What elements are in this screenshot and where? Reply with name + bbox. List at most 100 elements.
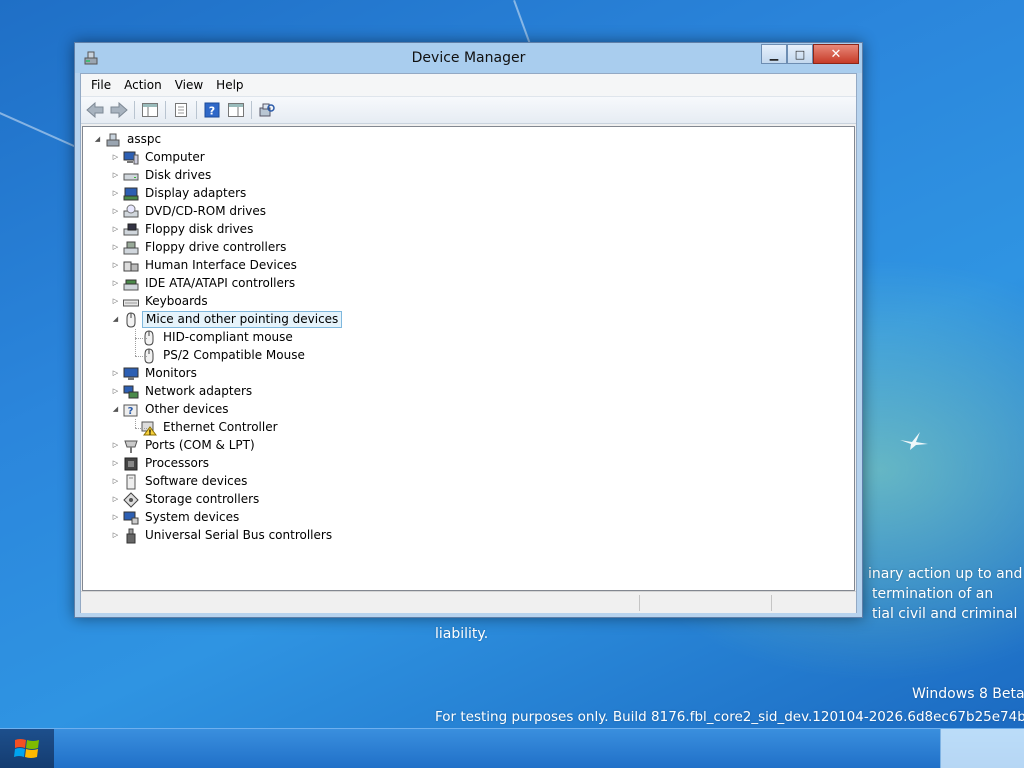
expand-arrow-icon[interactable]: ▷ — [111, 441, 120, 450]
expand-arrow-icon[interactable]: ▷ — [111, 369, 120, 378]
window-client-area: File Action View Help ? ◢ asspc ▷ Comput… — [80, 73, 857, 613]
toolbar-separator — [196, 101, 197, 119]
expand-arrow-icon[interactable]: ▷ — [111, 243, 120, 252]
tree-device-hid-compliant-mouse[interactable]: HID-compliant mouse — [83, 329, 854, 347]
toolbar-separator — [165, 101, 166, 119]
expand-arrow-icon[interactable]: ▷ — [111, 387, 120, 396]
collapse-arrow-icon[interactable]: ◢ — [111, 405, 120, 414]
tree-category-software-devices[interactable]: ▷ Software devices — [83, 473, 854, 491]
tree-category-computer[interactable]: ▷ Computer — [83, 149, 854, 167]
tree-item-label: Monitors — [145, 366, 197, 380]
maximize-button[interactable]: □ — [787, 44, 813, 64]
taskbar — [0, 728, 1024, 768]
menu-bar: File Action View Help — [81, 74, 856, 96]
tree-category-monitors[interactable]: ▷ Monitors — [83, 365, 854, 383]
tree-category-floppy-disk-drives[interactable]: ▷ Floppy disk drives — [83, 221, 854, 239]
tree-category-disk-drives[interactable]: ▷ Disk drives — [83, 167, 854, 185]
tree-item-label: Network adapters — [145, 384, 253, 398]
tree-connector — [135, 356, 147, 357]
back-button[interactable] — [84, 99, 106, 121]
expand-arrow-icon[interactable]: ▷ — [111, 189, 120, 198]
tree-category-other-devices[interactable]: ◢? Other devices — [83, 401, 854, 419]
watermark-build: For testing purposes only. Build 8176.fb… — [435, 709, 1024, 725]
properties-button[interactable] — [170, 99, 192, 121]
device-manager-window: Device Manager ▁ □ ✕ File Action View He… — [74, 42, 863, 618]
tree-item-label: Disk drives — [145, 168, 212, 182]
network-adapter-icon — [123, 384, 139, 400]
tree-category-system-devices[interactable]: ▷ System devices — [83, 509, 854, 527]
show-desktop-button[interactable] — [940, 729, 1024, 768]
title-bar[interactable]: Device Manager ▁ □ ✕ — [75, 43, 862, 73]
forward-button[interactable] — [108, 99, 130, 121]
show-hide-button[interactable] — [225, 99, 247, 121]
desktop-notice-line-1: inary action up to and — [868, 566, 1023, 582]
tree-category-universal-serial-bus-controllers[interactable]: ▷ Universal Serial Bus controllers — [83, 527, 854, 545]
tree-category-human-interface-devices[interactable]: ▷ Human Interface Devices — [83, 257, 854, 275]
help-button[interactable]: ? — [201, 99, 223, 121]
tree-category-ports-com-lpt[interactable]: ▷ Ports (COM & LPT) — [83, 437, 854, 455]
show-console-tree-button[interactable] — [139, 99, 161, 121]
close-button[interactable]: ✕ — [813, 44, 859, 64]
menu-file[interactable]: File — [85, 76, 117, 94]
port-icon — [123, 438, 139, 454]
expand-arrow-icon[interactable]: ▷ — [111, 459, 120, 468]
tree-category-storage-controllers[interactable]: ▷ Storage controllers — [83, 491, 854, 509]
tree-item-label: Ports (COM & LPT) — [145, 438, 255, 452]
expand-arrow-icon[interactable]: ▷ — [111, 225, 120, 234]
expand-arrow-icon[interactable]: ▷ — [111, 279, 120, 288]
collapse-arrow-icon[interactable]: ◢ — [93, 135, 102, 144]
help-icon: ? — [204, 102, 220, 118]
expand-arrow-icon[interactable]: ▷ — [111, 495, 120, 504]
tree-category-floppy-drive-controllers[interactable]: ▷ Floppy drive controllers — [83, 239, 854, 257]
minimize-button[interactable]: ▁ — [761, 44, 787, 64]
tree-connector — [135, 338, 147, 339]
tree-root-asspc[interactable]: ◢ asspc — [83, 131, 854, 149]
back-arrow-icon — [86, 102, 104, 118]
expand-arrow-icon[interactable]: ▷ — [111, 207, 120, 216]
processor-icon — [123, 456, 139, 472]
tree-category-processors[interactable]: ▷ Processors — [83, 455, 854, 473]
tree-item-label: DVD/CD-ROM drives — [145, 204, 267, 218]
tree-device-ps-2-compatible-mouse[interactable]: PS/2 Compatible Mouse — [83, 347, 854, 365]
tree-item-label: Human Interface Devices — [145, 258, 297, 272]
disk-drive-icon — [123, 168, 139, 184]
menu-action[interactable]: Action — [118, 76, 168, 94]
status-bar — [81, 591, 856, 613]
expand-arrow-icon[interactable]: ▷ — [111, 153, 120, 162]
tree-category-display-adapters[interactable]: ▷ Display adapters — [83, 185, 854, 203]
tree-item-label: asspc — [127, 132, 162, 146]
status-pane — [771, 595, 772, 611]
maximize-icon: □ — [794, 47, 806, 61]
start-button[interactable] — [0, 729, 54, 768]
collapse-arrow-icon[interactable]: ◢ — [111, 315, 120, 324]
hid-icon — [123, 258, 139, 274]
expand-arrow-icon[interactable]: ▷ — [111, 477, 120, 486]
scan-hardware-button[interactable] — [256, 99, 278, 121]
floppy-disk-icon — [123, 222, 139, 238]
usb-icon — [123, 528, 139, 544]
expand-arrow-icon[interactable]: ▷ — [111, 531, 120, 540]
windows-logo-icon — [14, 739, 39, 758]
menu-view[interactable]: View — [169, 76, 209, 94]
minimize-icon: ▁ — [769, 47, 779, 61]
tree-category-dvd-cd-rom-drives[interactable]: ▷ DVD/CD-ROM drives — [83, 203, 854, 221]
system-device-icon — [123, 510, 139, 526]
tree-category-network-adapters[interactable]: ▷ Network adapters — [83, 383, 854, 401]
tree-item-label: Display adapters — [145, 186, 247, 200]
show-hide-icon — [228, 103, 244, 117]
expand-arrow-icon[interactable]: ▷ — [111, 297, 120, 306]
forward-arrow-icon — [110, 102, 128, 118]
dvd-drive-icon — [123, 204, 139, 220]
tree-device-ethernet-controller[interactable]: ! Ethernet Controller — [83, 419, 854, 437]
toolbar-separator — [251, 101, 252, 119]
monitor-icon — [123, 366, 139, 382]
menu-help[interactable]: Help — [210, 76, 249, 94]
tree-category-ide-ata-atapi-controllers[interactable]: ▷ IDE ATA/ATAPI controllers — [83, 275, 854, 293]
tree-category-mice-and-other-pointing-devices[interactable]: ◢ Mice and other pointing devices — [83, 311, 854, 329]
expand-arrow-icon[interactable]: ▷ — [111, 171, 120, 180]
tree-category-keyboards[interactable]: ▷ Keyboards — [83, 293, 854, 311]
toolbar-separator — [134, 101, 135, 119]
window-title: Device Manager — [411, 50, 526, 66]
expand-arrow-icon[interactable]: ▷ — [111, 261, 120, 270]
expand-arrow-icon[interactable]: ▷ — [111, 513, 120, 522]
